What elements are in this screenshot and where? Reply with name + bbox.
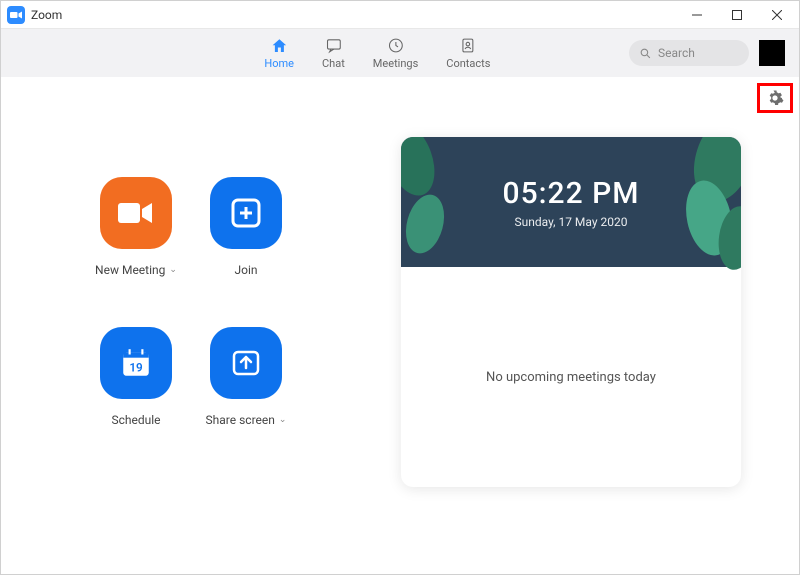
- nav-meetings[interactable]: Meetings: [373, 37, 418, 70]
- new-meeting-label: New Meeting: [95, 263, 165, 277]
- nav-chat[interactable]: Chat: [322, 37, 345, 70]
- nav-chat-label: Chat: [322, 57, 345, 70]
- nav-contacts-label: Contacts: [446, 57, 490, 70]
- share-screen-button[interactable]: [210, 327, 282, 399]
- svg-text:19: 19: [129, 361, 143, 375]
- join-label: Join: [234, 263, 257, 277]
- profile-avatar[interactable]: [759, 40, 785, 66]
- schedule-button[interactable]: 19: [100, 327, 172, 399]
- chat-icon: [324, 37, 342, 55]
- search-icon: [639, 47, 652, 60]
- info-pane: 05:22 PM Sunday, 17 May 2020 No upcoming…: [401, 77, 799, 574]
- chevron-down-icon[interactable]: ⌄: [279, 415, 287, 425]
- minimize-button[interactable]: [677, 1, 717, 29]
- primary-nav: Home Chat Meetings Contacts: [264, 37, 490, 70]
- app-icon: [7, 6, 25, 24]
- clock-banner: 05:22 PM Sunday, 17 May 2020: [401, 137, 741, 267]
- no-meetings-text: No upcoming meetings today: [486, 370, 656, 385]
- search-placeholder: Search: [658, 46, 695, 60]
- plus-icon: [230, 197, 262, 229]
- settings-highlight-box: [757, 83, 793, 113]
- new-meeting-button[interactable]: [100, 177, 172, 249]
- content-area: New Meeting ⌄ Join: [1, 77, 799, 574]
- video-icon: [116, 199, 156, 227]
- actions-pane: New Meeting ⌄ Join: [1, 77, 401, 574]
- upcoming-meetings-panel: No upcoming meetings today: [401, 267, 741, 487]
- nav-home-label: Home: [264, 57, 294, 70]
- calendar-icon: 19: [119, 346, 153, 380]
- titlebar: Zoom: [1, 1, 799, 29]
- settings-button[interactable]: [765, 88, 785, 108]
- plant-decoration-left: [401, 137, 465, 269]
- clock-icon: [387, 37, 405, 55]
- nav-meetings-label: Meetings: [373, 57, 418, 70]
- close-button[interactable]: [757, 1, 797, 29]
- search-input[interactable]: Search: [629, 40, 749, 66]
- current-date: Sunday, 17 May 2020: [515, 215, 628, 229]
- share-screen-label: Share screen: [206, 413, 275, 427]
- schedule-label: Schedule: [111, 413, 160, 427]
- arrow-up-box-icon: [230, 347, 262, 379]
- gear-icon: [766, 89, 784, 107]
- window-title: Zoom: [31, 8, 62, 22]
- maximize-button[interactable]: [717, 1, 757, 29]
- home-icon: [270, 37, 288, 55]
- join-button[interactable]: [210, 177, 282, 249]
- plant-decoration-right: [669, 137, 741, 273]
- nav-contacts[interactable]: Contacts: [446, 37, 490, 70]
- current-time: 05:22 PM: [503, 176, 640, 211]
- nav-home[interactable]: Home: [264, 37, 294, 70]
- top-toolbar: Home Chat Meetings Contacts Search: [1, 29, 799, 77]
- chevron-down-icon[interactable]: ⌄: [169, 265, 177, 275]
- contacts-icon: [459, 37, 477, 55]
- info-card: 05:22 PM Sunday, 17 May 2020 No upcoming…: [401, 137, 741, 487]
